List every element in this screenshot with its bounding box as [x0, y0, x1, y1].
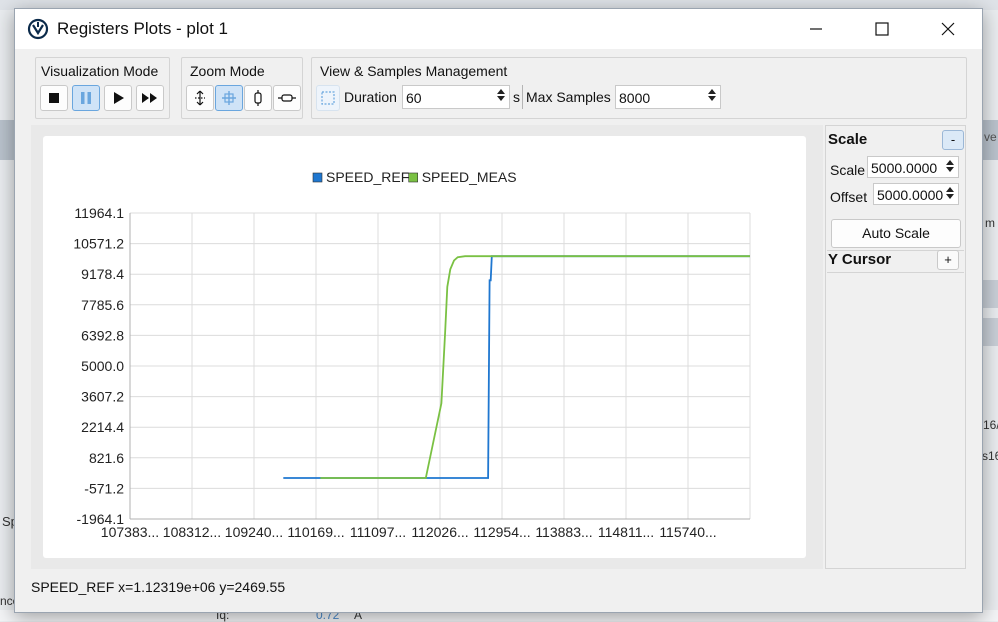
legend-label: SPEED_REF — [326, 169, 409, 185]
fast-forward-button[interactable] — [136, 85, 164, 111]
legend-swatch — [312, 172, 323, 183]
x-tick-label: 115740... — [659, 524, 716, 540]
maximize-button[interactable] — [849, 9, 915, 49]
scale-label: Scale — [830, 162, 866, 178]
registers-plots-window: Registers Plots - plot 1 Visualization M… — [14, 8, 983, 613]
duration-input[interactable]: 60 — [402, 85, 510, 109]
maximize-icon — [875, 22, 889, 36]
background-text: m — [985, 216, 995, 230]
offset-label: Offset — [830, 189, 868, 205]
max-samples-label: Max Samples — [526, 89, 611, 105]
app-logo-icon — [27, 18, 49, 40]
y-tick-label: 2214.4 — [81, 419, 124, 435]
duration-value: 60 — [406, 90, 422, 106]
y-tick-label: 3607.2 — [81, 389, 124, 405]
zoom-mode-group: Zoom Mode — [181, 57, 303, 119]
minimize-icon — [810, 28, 822, 30]
y-tick-label: 9178.4 — [81, 266, 124, 282]
duration-label: Duration — [344, 89, 397, 105]
scale-header: Scale — [828, 131, 868, 148]
y-tick-label: 5000.0 — [81, 358, 124, 374]
stop-icon — [49, 93, 59, 103]
y-tick-label: 821.6 — [89, 450, 124, 466]
legend-label: SPEED_MEAS — [422, 169, 517, 185]
x-tick-label: 110169... — [287, 524, 344, 540]
visualization-mode-group: Visualization Mode — [35, 57, 170, 119]
view-window-icon — [321, 91, 335, 105]
y-tick-label: 7785.6 — [81, 297, 124, 313]
separator — [522, 85, 523, 109]
series-line-speed-meas — [320, 255, 750, 479]
background-text: ve — [984, 130, 997, 144]
window-title: Registers Plots - plot 1 — [57, 19, 229, 38]
fast-forward-icon — [142, 93, 157, 103]
plot-card[interactable]: 11964.1 10571.2 9178.4 7785.6 6392.8 5000.0 36… — [43, 136, 806, 558]
y-tick-label: 10571.2 — [73, 236, 124, 252]
scale-value: 5000.0000 — [871, 160, 938, 176]
zoom-box-button[interactable] — [215, 85, 243, 111]
close-icon — [941, 22, 955, 36]
scale-stepper-icon[interactable] — [943, 158, 957, 177]
minimize-button[interactable] — [783, 9, 849, 49]
zoom-vertical-icon — [254, 90, 262, 106]
series-line-speed-ref — [283, 255, 750, 479]
divider — [827, 272, 964, 273]
collapse-scale-button[interactable]: - — [942, 130, 964, 150]
line-chart[interactable]: 11964.1 10571.2 9178.4 7785.6 6392.8 5000.0 36… — [43, 136, 806, 558]
add-y-cursor-button[interactable]: + — [937, 250, 959, 270]
play-icon — [114, 92, 124, 104]
x-tick-label: 112026... — [411, 524, 468, 540]
max-samples-stepper-icon[interactable] — [705, 87, 719, 107]
duration-unit: s — [513, 89, 520, 105]
max-samples-input[interactable]: 8000 — [615, 85, 721, 109]
view-window-button[interactable] — [316, 85, 340, 111]
legend-swatch — [408, 172, 419, 183]
stop-button[interactable] — [40, 85, 68, 111]
x-tick-label: 113883... — [535, 524, 592, 540]
view-samples-group: View & Samples Management Duration 60 s … — [311, 57, 967, 119]
y-tick-label: 11964.1 — [74, 205, 124, 221]
zoom-mode-title: Zoom Mode — [190, 63, 265, 79]
background-text: s16 — [982, 449, 998, 463]
status-bar-text: SPEED_REF x=1.12319e+06 y=2469.55 — [31, 579, 286, 595]
offset-value: 5000.0000 — [877, 187, 944, 203]
background-field-right — [983, 280, 998, 308]
visualization-mode-title: Visualization Mode — [41, 63, 159, 79]
close-button[interactable] — [915, 9, 981, 49]
play-button[interactable] — [104, 85, 132, 111]
zoom-xy-icon — [195, 90, 205, 106]
x-tick-label: 114811... — [598, 524, 654, 540]
x-tick-label: 111097... — [350, 524, 406, 540]
zoom-horizontal-icon — [278, 94, 296, 102]
x-tick-label: 107383... — [101, 524, 159, 540]
title-bar[interactable]: Registers Plots - plot 1 — [15, 9, 982, 49]
zoom-box-icon — [222, 91, 236, 105]
zoom-xy-button[interactable] — [186, 85, 214, 111]
zoom-vertical-button[interactable] — [244, 85, 272, 111]
offset-stepper-icon[interactable] — [943, 185, 957, 204]
x-tick-label: 112954... — [473, 524, 530, 540]
y-cursor-header: Y Cursor — [828, 251, 892, 268]
x-tick-label: 109240... — [225, 524, 283, 540]
pause-icon — [81, 92, 91, 104]
x-tick-label: 108312... — [163, 524, 221, 540]
y-tick-label: -571.2 — [84, 480, 124, 496]
background-panel-left — [0, 120, 14, 160]
max-samples-value: 8000 — [619, 90, 651, 106]
background-text: 16/ — [983, 418, 998, 432]
pause-button[interactable] — [72, 85, 100, 111]
y-tick-label: 6392.8 — [81, 327, 124, 343]
auto-scale-button[interactable]: Auto Scale — [831, 219, 961, 248]
zoom-horizontal-button[interactable] — [273, 85, 301, 111]
scale-input[interactable]: 5000.0000 — [867, 156, 959, 178]
view-samples-title: View & Samples Management — [320, 63, 508, 79]
scale-side-panel: Scale - Scale 5000.0000 Offset 5000.0000… — [825, 125, 966, 569]
offset-input[interactable]: 5000.0000 — [873, 183, 959, 205]
duration-stepper-icon[interactable] — [494, 87, 508, 107]
background-field-right — [983, 318, 998, 346]
